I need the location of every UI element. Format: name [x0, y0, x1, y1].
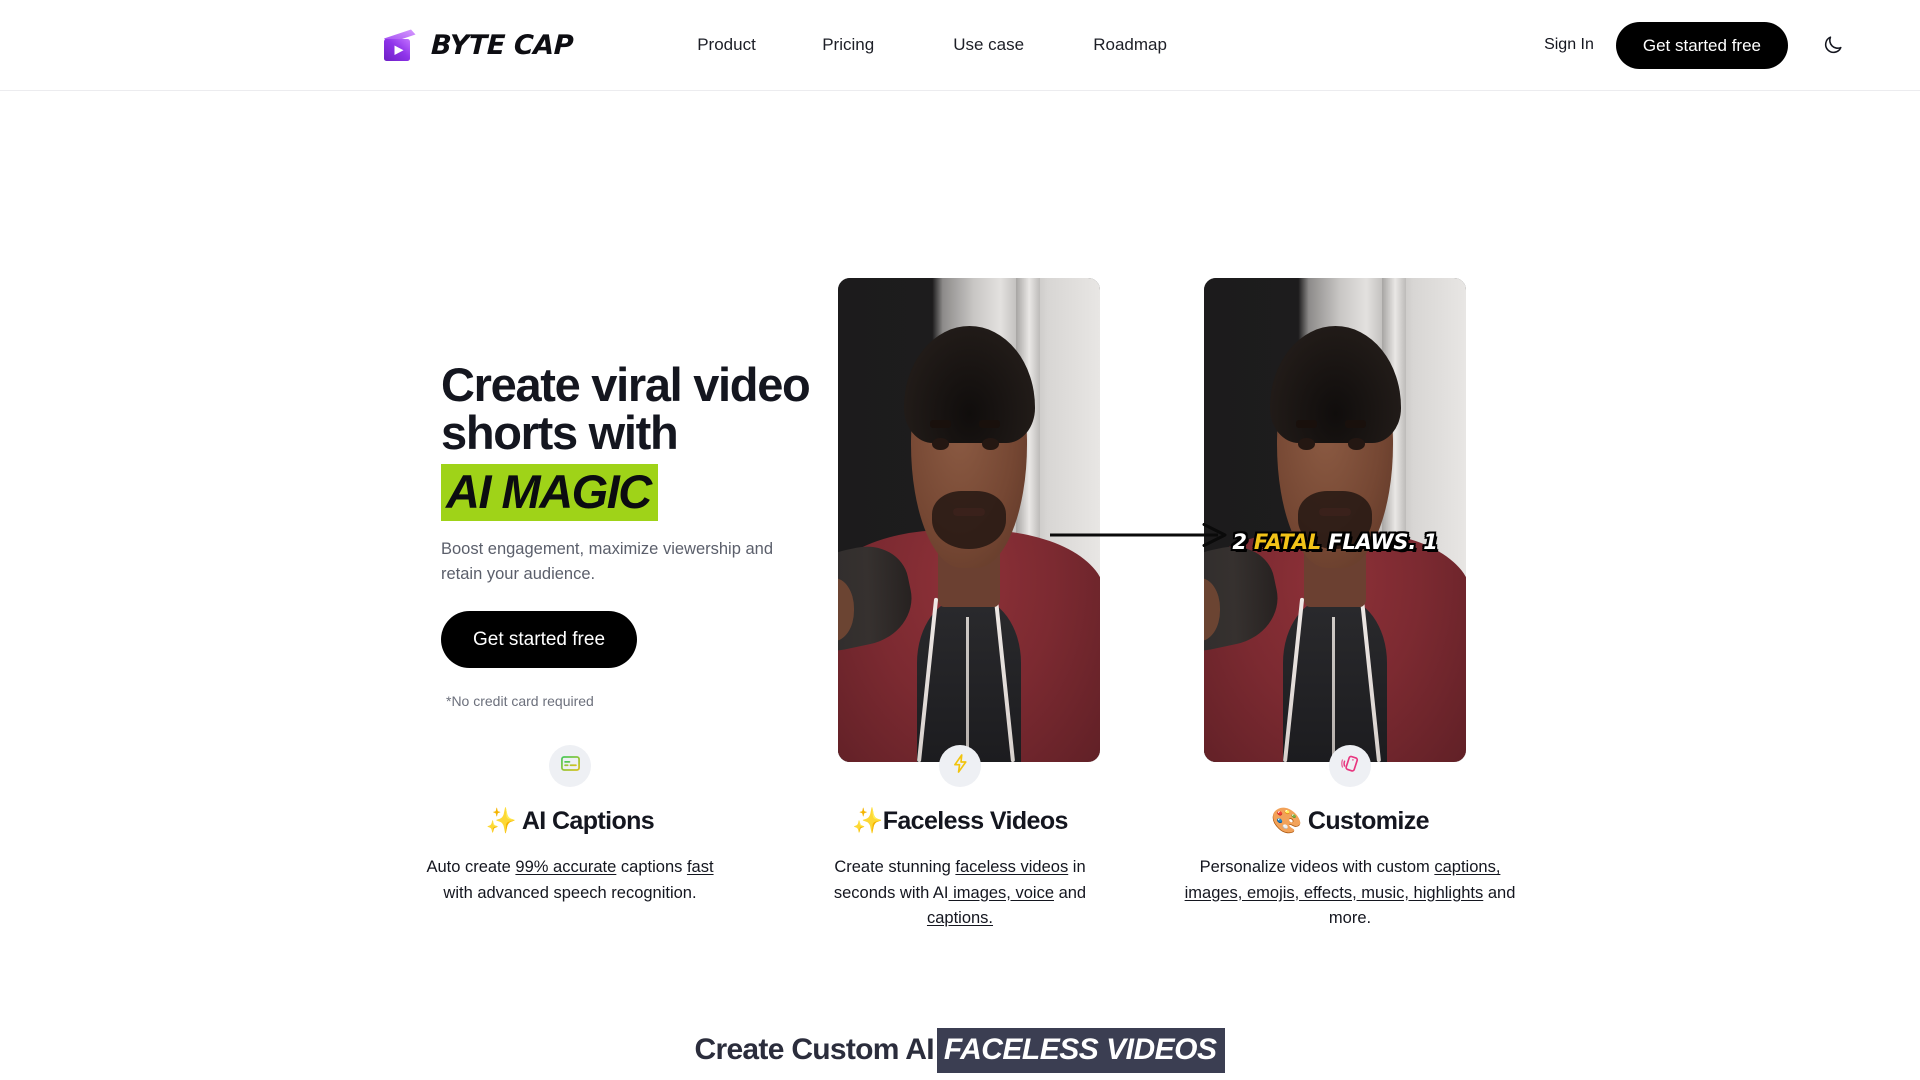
top-navigation-bar: BYTE CAP Product Pricing Use case Roadma…	[0, 0, 1920, 91]
caption-highlight-word: FATAL	[1253, 530, 1322, 554]
sparkles-emoji: ✨	[852, 806, 883, 835]
section-title: Create Custom AI FACELESS VIDEOS	[0, 1027, 1920, 1074]
section-title-prefix: Create Custom AI	[694, 1032, 935, 1066]
feature-title: ✨Faceless Videos	[771, 806, 1149, 836]
primary-nav-links: Product Pricing Use case Roadmap	[697, 27, 1193, 63]
feature-card-ai-captions: ✨ AI Captions Auto create 99% accurate c…	[375, 745, 765, 932]
headline-line-1: Create viral video	[441, 358, 811, 411]
desc-link-accuracy[interactable]: 99% accurate	[515, 858, 616, 876]
feature-highlights-section: ✨ AI Captions Auto create 99% accurate c…	[0, 745, 1920, 932]
caption-part-2: FLAWS. 1	[1321, 530, 1438, 554]
desc-link-customizations[interactable]: images, emojis, effects, music, highligh…	[1185, 884, 1484, 902]
moon-icon[interactable]	[1816, 28, 1850, 62]
sign-in-link[interactable]: Sign In	[1544, 36, 1594, 54]
video-thumbnail-before	[838, 278, 1100, 762]
feature-card-customize: 🎨 Customize Personalize videos with cust…	[1155, 745, 1545, 932]
hero-subcopy: Boost engagement, maximize viewership an…	[441, 539, 774, 583]
feature-title: 🎨 Customize	[1161, 806, 1539, 836]
original-video-frame[interactable]	[838, 278, 1100, 762]
feature-description: Auto create 99% accurate captions fast w…	[381, 855, 759, 906]
navbar-actions: Sign In Get started free	[1544, 21, 1850, 69]
feature-title-text: AI Captions	[516, 807, 655, 835]
captions-icon	[560, 753, 581, 779]
navbar-inner: BYTE CAP Product Pricing Use case Roadma…	[0, 0, 1920, 90]
hero-media-group: 2 FATAL FLAWS. 1	[838, 278, 1468, 768]
feature-title-text: Customize	[1301, 807, 1430, 835]
nav-link-use-case[interactable]: Use case	[953, 27, 1093, 63]
no-credit-card-note: *No credit card required	[446, 693, 594, 710]
headline-highlight-ai-magic: AI MAGIC	[441, 463, 658, 521]
feature-card-faceless-videos: ✨Faceless Videos Create stunning faceles…	[765, 745, 1155, 932]
feature-title: ✨ AI Captions	[381, 806, 759, 836]
sparkles-emoji: ✨	[485, 806, 517, 835]
desc-part: Auto create	[426, 858, 516, 876]
brand-name: BYTE CAP	[430, 29, 574, 61]
feature-title-text: Faceless Videos	[882, 807, 1069, 835]
page-title: Create viral video shorts with AI MAGIC	[441, 358, 831, 521]
desc-link-captions[interactable]: captions.	[927, 909, 993, 927]
brand-logo[interactable]: BYTE CAP	[378, 24, 574, 66]
video-clapperboard-play-icon	[378, 24, 420, 66]
desc-part: with advanced speech recognition.	[443, 883, 697, 902]
hero-section: Create viral video shorts with AI MAGIC …	[0, 91, 1920, 762]
hero-copy-block: Create viral video shorts with AI MAGIC …	[441, 358, 831, 710]
palette-emoji: 🎨	[1271, 806, 1302, 835]
video-caption-overlay: 2 FATAL FLAWS. 1	[1204, 530, 1466, 554]
headline-line-2: shorts with	[441, 406, 679, 460]
nav-link-product[interactable]: Product	[697, 27, 822, 63]
feature-description: Create stunning faceless videos in secon…	[771, 855, 1149, 932]
feature-icon-badge	[549, 745, 591, 787]
nav-link-roadmap[interactable]: Roadmap	[1093, 27, 1193, 63]
lightning-bolt-icon	[950, 753, 971, 779]
captioned-video-frame[interactable]: 2 FATAL FLAWS. 1	[1204, 278, 1466, 762]
nav-link-pricing[interactable]: Pricing	[822, 27, 953, 63]
desc-part: Personalize videos with custom	[1199, 858, 1435, 876]
desc-part: captions	[616, 858, 687, 876]
video-thumbnail-after	[1204, 278, 1466, 762]
feature-icon-badge	[1329, 745, 1371, 787]
caption-part-1: 2	[1232, 530, 1254, 554]
feature-icon-badge	[939, 745, 981, 787]
desc-part: and	[1054, 883, 1087, 902]
get-started-free-button-hero[interactable]: Get started free	[441, 611, 638, 669]
desc-link-captions[interactable]: captions,	[1434, 858, 1500, 876]
vibrating-phone-icon	[1340, 753, 1361, 779]
section-title-highlight: FACELESS VIDEOS	[936, 1027, 1226, 1074]
desc-link-fast[interactable]: fast	[687, 858, 714, 876]
faceless-videos-section: Create Custom AI FACELESS VIDEOS	[0, 1027, 1920, 1074]
feature-description: Personalize videos with custom captions,…	[1161, 855, 1539, 932]
get-started-free-button-nav[interactable]: Get started free	[1615, 21, 1788, 69]
desc-part: Create stunning	[834, 858, 956, 876]
desc-link-faceless-videos[interactable]: faceless videos	[955, 858, 1068, 876]
desc-link-images-voice[interactable]: images, voice	[949, 884, 1054, 902]
